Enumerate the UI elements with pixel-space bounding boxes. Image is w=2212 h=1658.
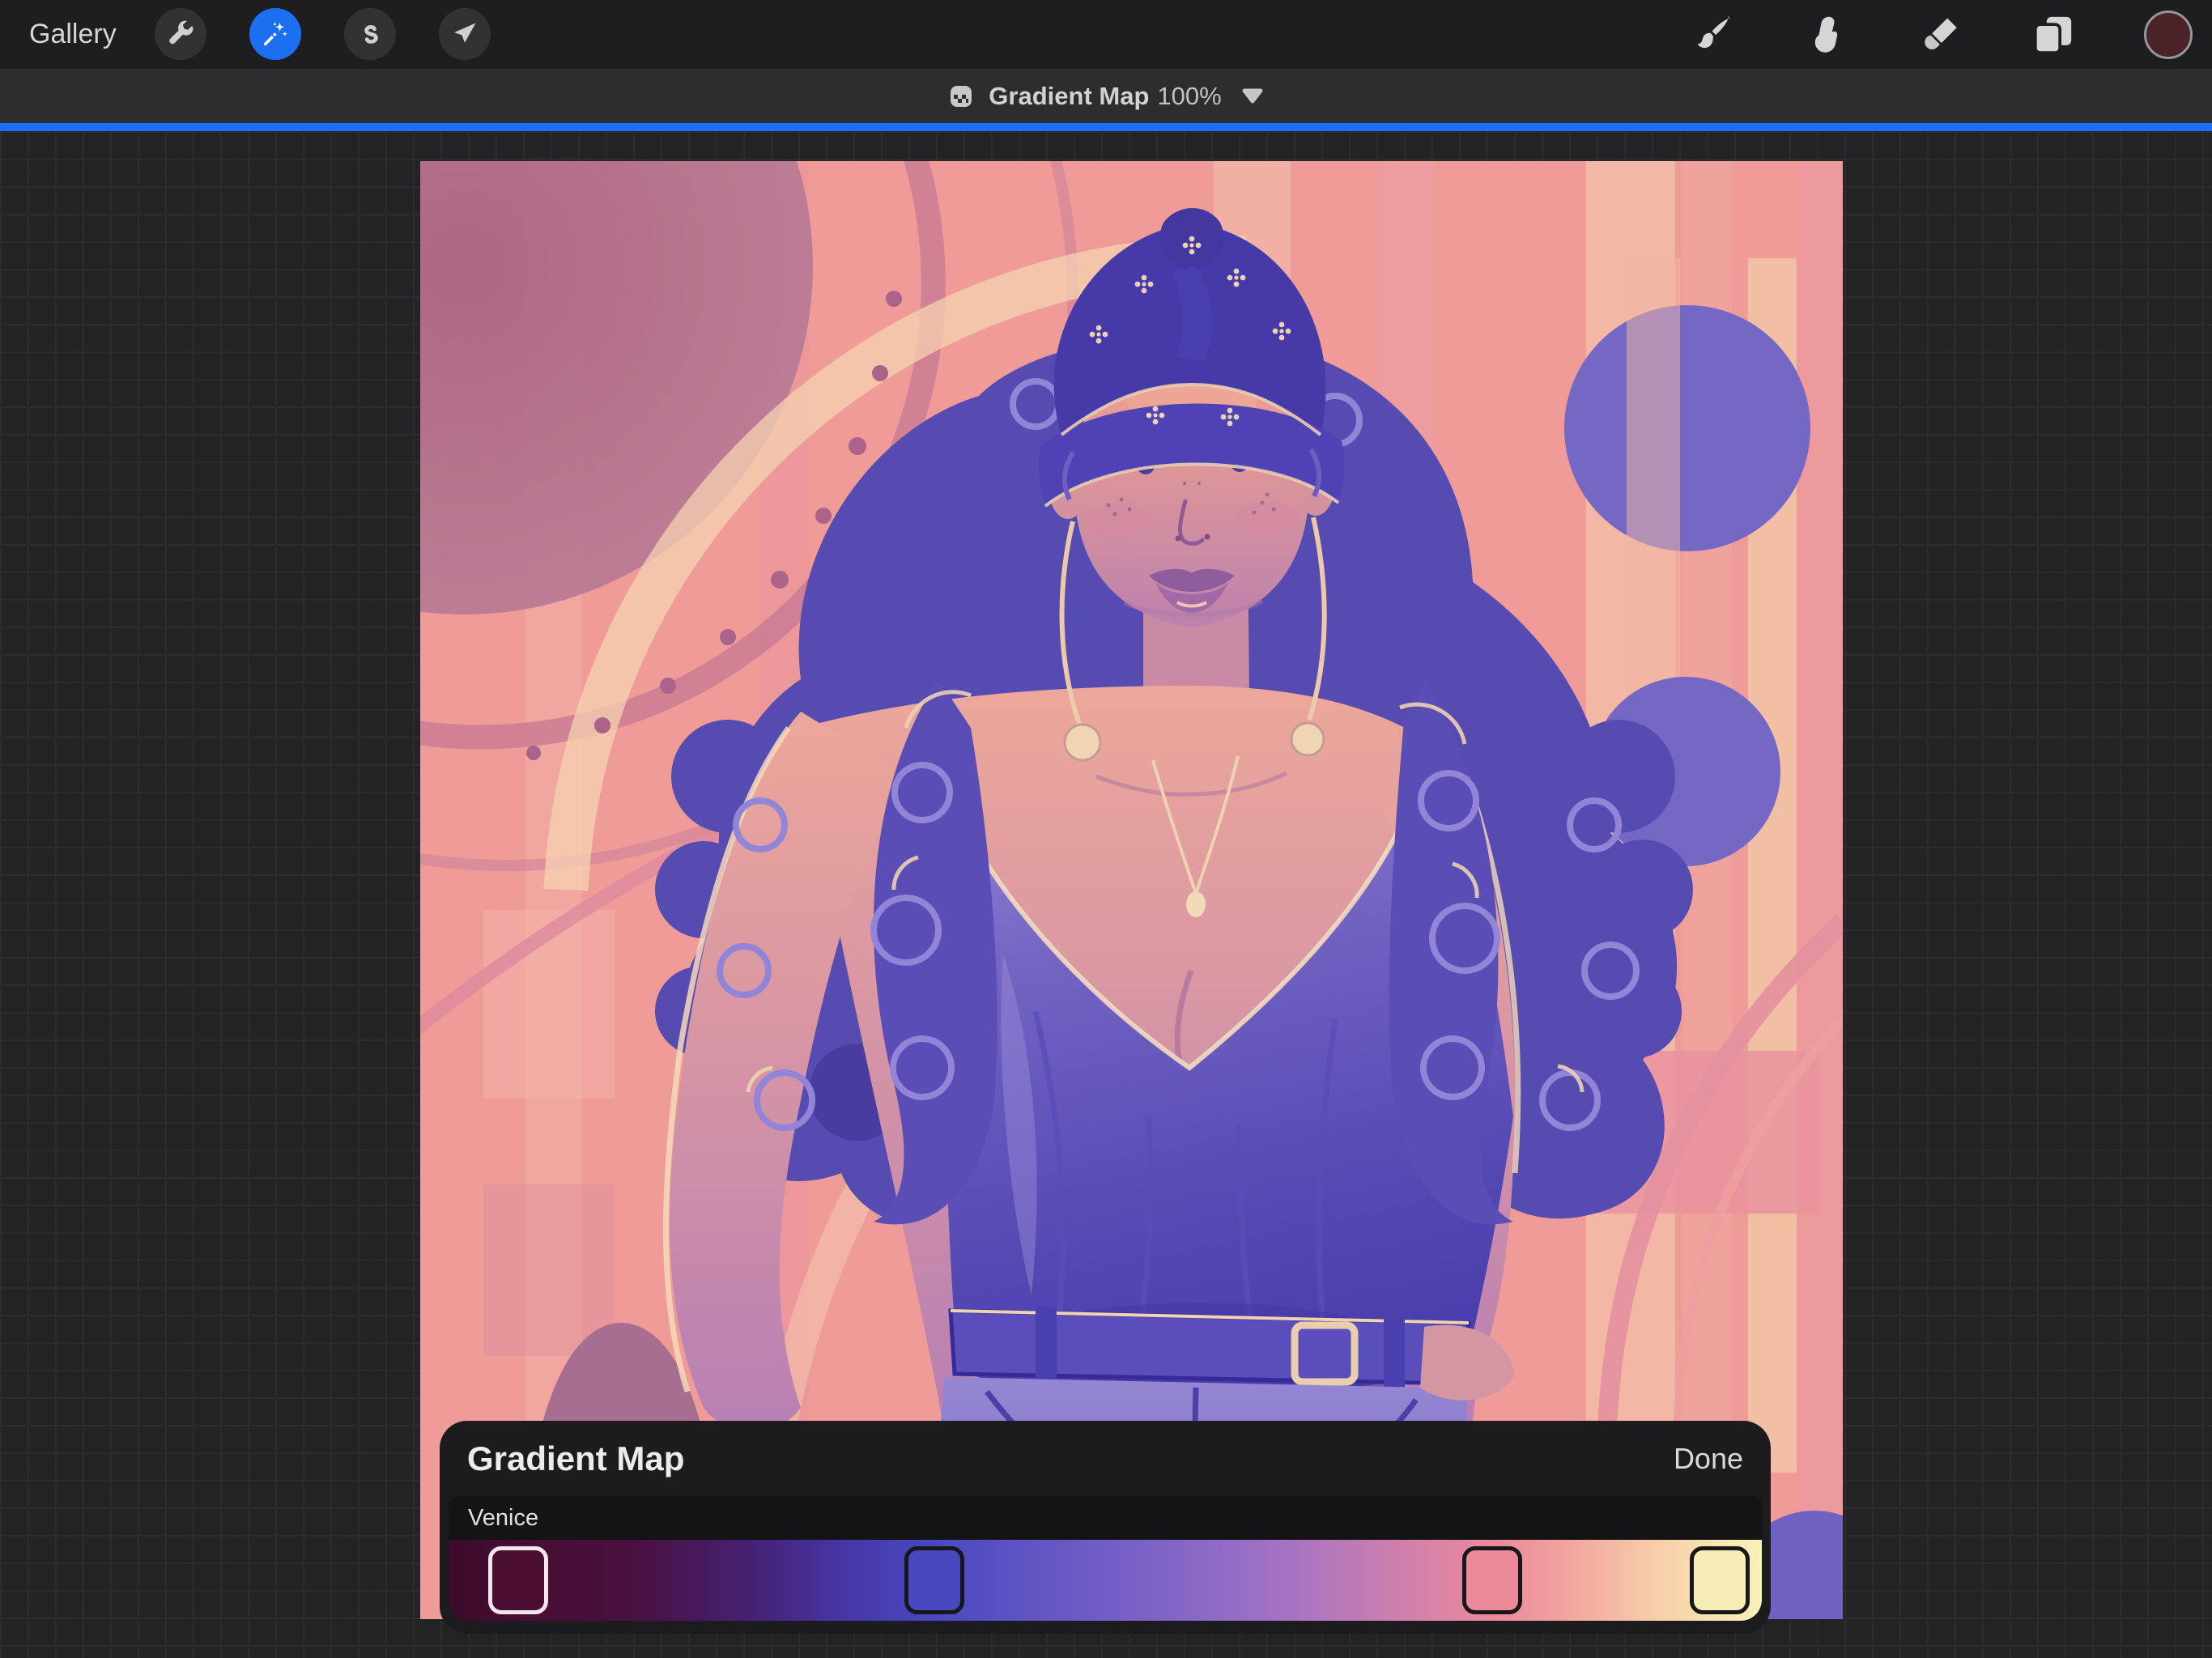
selection-button[interactable]	[344, 8, 396, 60]
adjustment-dropdown-bar[interactable]: Gradient Map 100%	[0, 69, 2212, 123]
chevron-down-icon	[1241, 87, 1264, 105]
adjustment-active-indicator	[0, 123, 2212, 131]
panel-title: Gradient Map	[467, 1439, 684, 1478]
layers-icon[interactable]	[2031, 12, 2076, 57]
transform-button[interactable]	[439, 8, 491, 60]
preset-name: Venice	[468, 1505, 538, 1532]
brush-icon[interactable]	[1691, 12, 1736, 57]
right-tool-group	[1691, 0, 2193, 69]
eraser-icon[interactable]	[1917, 12, 1963, 57]
artwork-illustration	[420, 161, 1843, 1619]
preset-row[interactable]: Venice	[449, 1496, 1762, 1540]
gradient-bar[interactable]	[449, 1540, 1762, 1621]
gradient-stop-swatch[interactable]	[488, 1546, 548, 1614]
adjustments-button[interactable]	[249, 8, 301, 60]
selection-s-icon	[355, 19, 385, 49]
done-button[interactable]: Done	[1674, 1442, 1743, 1476]
adjustment-title: Gradient Map	[989, 82, 1149, 111]
gradient-map-icon	[948, 83, 974, 109]
gradient-stop-swatch[interactable]	[1462, 1546, 1522, 1614]
actions-button[interactable]	[155, 8, 206, 60]
left-tool-group	[155, 8, 491, 60]
transform-arrow-icon	[449, 19, 480, 49]
gradient-stop-swatch[interactable]	[904, 1546, 964, 1614]
adjustment-opacity-value: 100%	[1157, 82, 1221, 111]
gradient-stop-swatch[interactable]	[1690, 1546, 1750, 1614]
smudge-finger-icon[interactable]	[1804, 12, 1849, 57]
gallery-button[interactable]: Gallery	[29, 0, 117, 69]
gradient-map-panel: Gradient Map Done Venice	[440, 1421, 1771, 1634]
wrench-icon	[165, 19, 196, 49]
top-toolbar: Gallery	[0, 0, 2212, 69]
panel-header: Gradient Map Done	[440, 1421, 1771, 1496]
magic-wand-icon	[260, 19, 291, 49]
artwork-canvas[interactable]	[420, 161, 1843, 1619]
color-swatch[interactable]	[2144, 11, 2193, 59]
procreate-screen: Gallery	[0, 0, 2212, 1658]
